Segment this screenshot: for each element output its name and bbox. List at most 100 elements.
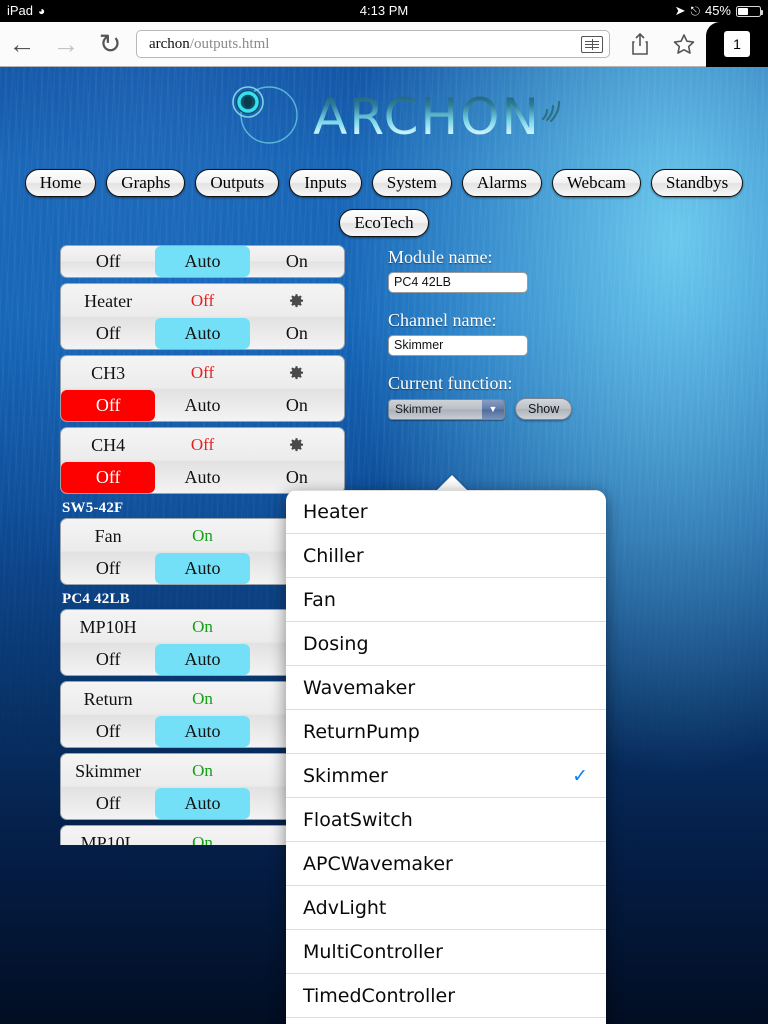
output-name: MP10L	[80, 832, 136, 846]
dropdown-option-label: AdvLight	[303, 896, 387, 919]
channel-name-input[interactable]: Skimmer	[388, 335, 528, 356]
dropdown-option-label: ReturnPump	[303, 720, 420, 743]
nav-item-webcam[interactable]: Webcam	[551, 169, 641, 198]
current-function-value: Skimmer	[389, 399, 482, 419]
output-state: Off	[190, 435, 215, 454]
output-name: Fan	[94, 525, 122, 546]
nav-item-home[interactable]: Home	[24, 169, 97, 198]
nav-item-alarms[interactable]: Alarms	[461, 169, 542, 198]
mode-option-off[interactable]: Off	[61, 716, 155, 747]
dropdown-option-timedcontroller[interactable]: TimedController	[286, 974, 606, 1018]
dropdown-option-fan[interactable]: Fan	[286, 578, 606, 622]
dropdown-option-apcwavemaker[interactable]: APCWavemaker	[286, 842, 606, 886]
mode-option-auto[interactable]: Auto	[155, 462, 249, 493]
mode-option-auto[interactable]: Auto	[155, 716, 250, 747]
current-function-select[interactable]: Skimmer ▼	[388, 398, 505, 420]
dropdown-option-label: TimedController	[303, 984, 456, 1007]
mode-option-auto[interactable]: Auto	[155, 553, 250, 584]
output-card: Heater Off Off Auto On	[60, 283, 345, 350]
output-card-header: CH4 Off	[61, 428, 344, 462]
url-text: archon/outputs.html	[149, 36, 581, 53]
current-function-row: Skimmer ▼ Show	[388, 398, 688, 420]
mode-option-auto[interactable]: Auto	[155, 246, 250, 277]
dropdown-option-label: Dosing	[303, 632, 369, 655]
dropdown-option-returnpump[interactable]: ReturnPump	[286, 710, 606, 754]
mode-option-on[interactable]: On	[250, 390, 344, 421]
url-host: archon	[149, 35, 190, 52]
mode-option-auto[interactable]: Auto	[155, 788, 250, 819]
archon-logo-mark	[221, 82, 307, 148]
url-path: /outputs.html	[189, 35, 270, 52]
output-name: CH4	[91, 434, 126, 455]
channel-form-panel: Module name: PC4 42LB Channel name: Skim…	[388, 247, 688, 420]
dropdown-option-skimmer[interactable]: Skimmer ✓	[286, 754, 606, 798]
mode-option-off[interactable]: Off	[61, 553, 155, 584]
bookmark-star-icon[interactable]	[662, 32, 706, 56]
address-bar[interactable]: archon/outputs.html	[136, 30, 610, 58]
output-card: Off Auto On	[60, 245, 345, 278]
output-name: Return	[83, 688, 133, 709]
output-settings-button[interactable]	[250, 293, 344, 310]
output-state: Off	[190, 291, 215, 310]
output-settings-button[interactable]	[250, 365, 344, 382]
mode-option-auto[interactable]: Auto	[155, 390, 249, 421]
mode-option-auto[interactable]: Auto	[155, 318, 250, 349]
gear-icon	[290, 365, 304, 379]
main-nav-row-2: EcoTech	[0, 209, 768, 238]
tab-overview-button[interactable]: 1	[706, 21, 768, 67]
mode-option-off[interactable]: Off	[61, 788, 155, 819]
output-name: Heater	[84, 290, 133, 311]
mode-option-on[interactable]: On	[250, 318, 344, 349]
mode-option-on[interactable]: On	[250, 462, 344, 493]
output-mode-segmented-control: OffAutoOn	[61, 318, 344, 349]
forward-arrow-icon[interactable]: →	[44, 30, 88, 58]
current-function-label: Current function:	[388, 373, 513, 393]
back-arrow-icon[interactable]: ←	[0, 30, 44, 58]
dropdown-option-dosing[interactable]: Dosing	[286, 622, 606, 666]
chevron-down-icon: ▼	[482, 399, 504, 419]
share-icon[interactable]	[618, 32, 662, 56]
dropdown-option-advlight[interactable]: AdvLight	[286, 886, 606, 930]
tab-count-label: 1	[724, 31, 750, 57]
dropdown-option-label: Heater	[303, 501, 368, 523]
output-card: CH3 Off Off Auto On	[60, 355, 345, 422]
dropdown-option-multicontroller[interactable]: MultiController	[286, 930, 606, 974]
mode-option-off[interactable]: Off	[61, 246, 155, 277]
mode-option-on[interactable]: On	[250, 246, 344, 277]
reload-icon[interactable]: ↻	[88, 30, 132, 58]
dropdown-option-wavemaker[interactable]: Wavemaker	[286, 666, 606, 710]
nav-item-graphs[interactable]: Graphs	[106, 169, 186, 198]
ios-status-bar: iPad ◕ 4:13 PM ➤ ⎋ 45%	[0, 0, 768, 22]
mode-option-off[interactable]: Off	[61, 318, 155, 349]
show-button[interactable]: Show	[515, 398, 573, 420]
nav-item-outputs[interactable]: Outputs	[195, 169, 280, 198]
nav-item-inputs[interactable]: Inputs	[289, 169, 362, 198]
output-state: On	[192, 689, 213, 708]
mode-option-auto[interactable]: Auto	[155, 644, 250, 675]
nav-item-standbys[interactable]: Standbys	[650, 169, 744, 198]
popover-pointer-arrow	[436, 475, 468, 491]
output-state: On	[192, 761, 213, 780]
module-name-input[interactable]: PC4 42LB	[388, 272, 528, 293]
dropdown-option-floatswitch[interactable]: FloatSwitch	[286, 798, 606, 842]
output-name: CH3	[91, 362, 126, 383]
dropdown-option-heater[interactable]: Heater	[286, 490, 606, 534]
checkmark-icon: ✓	[572, 764, 588, 787]
module-name-label: Module name:	[388, 247, 493, 267]
output-state: On	[192, 617, 213, 636]
gear-icon	[290, 293, 304, 307]
output-card: CH4 Off Off Auto On	[60, 427, 345, 494]
reader-view-icon[interactable]	[581, 35, 603, 53]
dropdown-option-mlc[interactable]: MLC	[286, 1018, 606, 1024]
dropdown-option-chiller[interactable]: Chiller	[286, 534, 606, 578]
mode-option-off[interactable]: Off	[61, 462, 156, 493]
channel-name-label: Channel name:	[388, 310, 497, 330]
dropdown-option-label: FloatSwitch	[303, 808, 413, 831]
nav-item-system[interactable]: System	[371, 169, 452, 198]
dropdown-option-label: APCWavemaker	[303, 852, 453, 875]
output-settings-button[interactable]	[250, 437, 344, 454]
mode-option-off[interactable]: Off	[61, 644, 155, 675]
logo-wordmark: ARCHON	[313, 88, 541, 146]
mode-option-off[interactable]: Off	[61, 390, 156, 421]
nav-item-ecotech[interactable]: EcoTech	[339, 209, 429, 238]
